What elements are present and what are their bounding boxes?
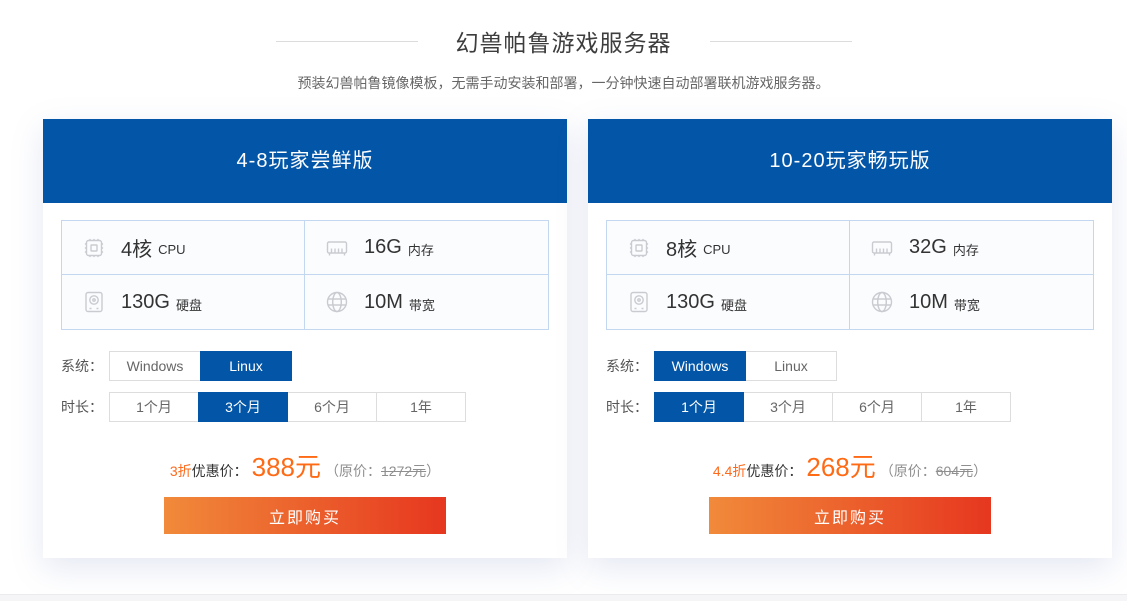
disk-icon (80, 288, 108, 316)
spec-cell-cpu: 8核 CPU (607, 221, 850, 275)
title-row: 幻兽帕鲁游戏服务器 (0, 24, 1127, 58)
cpu-icon (80, 234, 108, 262)
spec-value: 4核 (121, 233, 152, 262)
system-row-label: 系统： (606, 356, 654, 376)
buy-now-button[interactable]: 立即购买 (709, 497, 991, 534)
original-price-prefix: （原价： (325, 463, 381, 479)
duration-option-1month[interactable]: 1个月 (654, 392, 744, 422)
duration-row: 时长： 1个月 3个月 6个月 1年 (606, 392, 1094, 422)
spec-value: 32G (909, 236, 947, 259)
bandwidth-icon (868, 288, 896, 316)
plan-card-title: 4-8玩家尝鲜版 (43, 119, 567, 203)
duration-option-1year[interactable]: 1年 (921, 392, 1011, 422)
plan-card-starter: 4-8玩家尝鲜版 4核 CPU 16G 内存 130G 硬盘 (43, 119, 567, 558)
price-value: 388元 (252, 452, 321, 482)
footer-strip (0, 594, 1127, 601)
spec-unit: CPU (158, 238, 185, 257)
original-price: 604元 (936, 463, 973, 479)
price-label: 优惠价： (746, 463, 802, 479)
spec-value: 130G (121, 291, 170, 314)
duration-option-3month[interactable]: 3个月 (743, 392, 833, 422)
plan-card-title: 10-20玩家畅玩版 (588, 119, 1112, 203)
original-price: 1272元 (381, 463, 426, 479)
duration-option-1month[interactable]: 1个月 (109, 392, 199, 422)
spec-cell-memory: 32G 内存 (850, 221, 1093, 275)
memory-icon (323, 234, 351, 262)
system-option-windows[interactable]: Windows (654, 351, 746, 381)
price-value: 268元 (806, 452, 875, 482)
duration-row-label: 时长： (61, 397, 109, 417)
spec-unit: 带宽 (409, 291, 435, 314)
duration-option-1year[interactable]: 1年 (376, 392, 466, 422)
price-line: 3折优惠价：388元（原价：1272元） (61, 447, 549, 484)
spec-value: 8核 (666, 233, 697, 262)
system-options: Windows Linux (654, 351, 837, 381)
disk-icon (625, 288, 653, 316)
spec-cell-cpu: 4核 CPU (62, 221, 305, 275)
title-divider-right (710, 41, 852, 42)
system-option-linux[interactable]: Linux (200, 351, 292, 381)
original-price-suffix: ） (426, 463, 440, 479)
plan-card-body: 8核 CPU 32G 内存 130G 硬盘 10M 带宽 (588, 203, 1112, 558)
spec-unit: 内存 (408, 236, 434, 259)
duration-option-3month[interactable]: 3个月 (198, 392, 288, 422)
plan-cards: 4-8玩家尝鲜版 4核 CPU 16G 内存 130G 硬盘 (43, 119, 1127, 558)
duration-options: 1个月 3个月 6个月 1年 (654, 392, 1011, 422)
spec-value: 10M (909, 291, 948, 314)
system-row: 系统： Windows Linux (61, 351, 549, 381)
spec-cell-bandwidth: 10M 带宽 (850, 275, 1093, 329)
original-price-suffix: ） (973, 463, 987, 479)
plan-card-premium: 10-20玩家畅玩版 8核 CPU 32G 内存 130G 硬盘 (588, 119, 1112, 558)
duration-row-label: 时长： (606, 397, 654, 417)
original-price-prefix: （原价： (880, 463, 936, 479)
spec-unit: 带宽 (954, 291, 980, 314)
spec-cell-disk: 130G 硬盘 (607, 275, 850, 329)
spec-unit: 硬盘 (721, 291, 747, 314)
spec-cell-bandwidth: 10M 带宽 (305, 275, 548, 329)
page-title: 幻兽帕鲁游戏服务器 (456, 24, 672, 58)
spec-value: 130G (666, 291, 715, 314)
spec-grid: 4核 CPU 16G 内存 130G 硬盘 10M 带宽 (61, 220, 549, 330)
duration-row: 时长： 1个月 3个月 6个月 1年 (61, 392, 549, 422)
spec-unit: 硬盘 (176, 291, 202, 314)
plan-card-body: 4核 CPU 16G 内存 130G 硬盘 10M 带宽 (43, 203, 567, 558)
price-line: 4.4折优惠价：268元 （原价：604元） (606, 447, 1094, 484)
buy-now-button[interactable]: 立即购买 (164, 497, 446, 534)
bandwidth-icon (323, 288, 351, 316)
price-label: 优惠价： (192, 463, 248, 479)
cpu-icon (625, 234, 653, 262)
discount-label: 4.4折 (713, 463, 746, 479)
system-option-linux[interactable]: Linux (745, 351, 837, 381)
section-header: 幻兽帕鲁游戏服务器 预装幻兽帕鲁镜像模板，无需手动安装和部署，一分钟快速自动部署… (0, 0, 1127, 93)
spec-value: 10M (364, 291, 403, 314)
page-subtitle: 预装幻兽帕鲁镜像模板，无需手动安装和部署，一分钟快速自动部署联机游戏服务器。 (0, 73, 1127, 93)
spec-cell-memory: 16G 内存 (305, 221, 548, 275)
system-option-windows[interactable]: Windows (109, 351, 201, 381)
system-row: 系统： Windows Linux (606, 351, 1094, 381)
spec-unit: 内存 (953, 236, 979, 259)
system-options: Windows Linux (109, 351, 292, 381)
memory-icon (868, 234, 896, 262)
spec-grid: 8核 CPU 32G 内存 130G 硬盘 10M 带宽 (606, 220, 1094, 330)
duration-option-6month[interactable]: 6个月 (287, 392, 377, 422)
spec-unit: CPU (703, 238, 730, 257)
duration-option-6month[interactable]: 6个月 (832, 392, 922, 422)
discount-label: 3折 (170, 463, 192, 479)
duration-options: 1个月 3个月 6个月 1年 (109, 392, 466, 422)
system-row-label: 系统： (61, 356, 109, 376)
spec-cell-disk: 130G 硬盘 (62, 275, 305, 329)
title-divider-left (276, 41, 418, 42)
spec-value: 16G (364, 236, 402, 259)
